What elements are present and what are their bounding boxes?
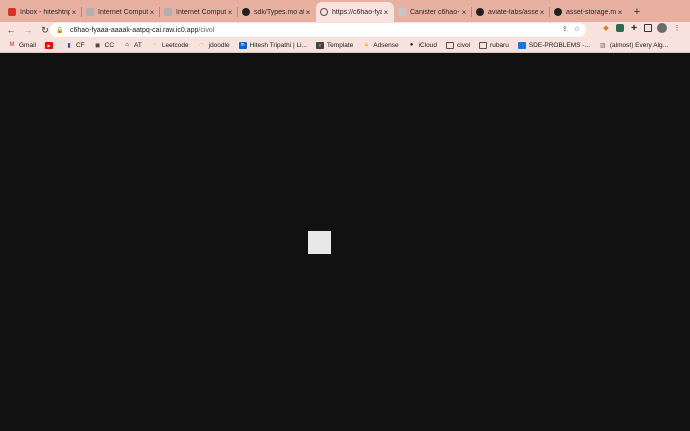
lock-icon: 🔒 — [56, 27, 64, 34]
close-icon[interactable]: × — [460, 8, 468, 17]
jdoodle-icon: ◠ — [199, 42, 205, 49]
bookmark-civol[interactable]: civol — [446, 41, 470, 49]
internet-computer-icon — [164, 8, 172, 16]
tab-active-page[interactable]: https://c6hao-fya × — [316, 2, 394, 22]
leetcode-icon: ‹ — [153, 42, 156, 48]
close-icon[interactable]: × — [538, 8, 546, 17]
bookmark-star-icon[interactable]: ☆ — [574, 25, 580, 33]
gmail-icon: M — [9, 42, 15, 48]
gmail-icon — [8, 8, 16, 16]
tab-asset-storage[interactable]: asset-storage.mo × — [550, 2, 628, 22]
close-icon[interactable]: × — [148, 8, 156, 17]
address-bar[interactable]: 🔒 c6hao-fyaaa-aaaak-aatpq-cai.raw.ic0.ap… — [50, 23, 586, 37]
bookmark-adsense[interactable]: ▲ Adsense — [362, 42, 398, 49]
bookmark-youtube[interactable]: ▶ — [44, 41, 56, 49]
share-icon[interactable]: ⇪ — [562, 25, 568, 33]
close-icon[interactable]: × — [70, 8, 78, 17]
bookmark-rubaru[interactable]: rubaru — [479, 41, 509, 49]
tab-internet-computer-1[interactable]: Internet Compute × — [82, 2, 160, 22]
tab-title: Internet Compute — [98, 8, 148, 16]
folder-icon — [446, 41, 455, 49]
tab-aviate-labs[interactable]: aviate-labs/asse × — [472, 2, 550, 22]
tab-title: Internet Compute — [176, 8, 226, 16]
bookmark-gmail[interactable]: M Gmail — [8, 42, 36, 49]
tab-strip: Inbox - hiteshtrip × Internet Compute × … — [0, 0, 690, 22]
page-viewport — [0, 53, 690, 431]
menu-kebab-icon[interactable]: ⋮ — [672, 23, 682, 33]
github-icon — [242, 8, 250, 16]
youtube-icon: ▶ — [44, 41, 53, 49]
close-icon[interactable]: × — [382, 8, 390, 17]
tab-sdk-types[interactable]: sdk/Types.mo at × — [238, 2, 316, 22]
address-path: /civol — [198, 26, 215, 34]
internet-computer-icon — [86, 8, 94, 16]
close-icon[interactable]: × — [304, 8, 312, 17]
new-tab-button[interactable]: + — [628, 2, 646, 22]
bookmark-cc[interactable]: ◼ CC — [94, 42, 114, 49]
atcoder-icon: ⌂ — [125, 42, 129, 48]
tab-inbox[interactable]: Inbox - hiteshtrip × — [4, 2, 82, 22]
bookmark-at[interactable]: ⌂ AT — [123, 42, 142, 49]
bookmark-sde-problems[interactable]: SDE-PROBLEMS -... — [517, 41, 590, 49]
linkedin-icon: in — [238, 41, 247, 49]
bar-chart-icon: ▥ — [600, 42, 606, 49]
forward-button[interactable]: → — [21, 23, 35, 37]
profile-avatar[interactable] — [657, 23, 667, 33]
bookmark-template[interactable]: T Template — [315, 41, 353, 49]
tab-title: Inbox - hiteshtrip — [20, 8, 70, 16]
bookmarks-bar: M Gmail ▶ ▮ CF ◼ CC ⌂ AT ‹ Leetcode ◠ jdoodle … — [0, 38, 690, 53]
tab-title: Canister c6hao-fy — [410, 8, 460, 16]
bookmark-linkedin[interactable]: in Hitesh Tripathi | Li... — [238, 41, 307, 49]
github-icon — [476, 8, 484, 16]
tab-title: sdk/Types.mo at — [254, 8, 304, 16]
tab-canister[interactable]: Canister c6hao-fy × — [394, 2, 472, 22]
browser-toolbar: ← → ↻ 🔒 c6hao-fyaaa-aaaak-aatpq-cai.raw.… — [0, 22, 690, 38]
tab-title: asset-storage.mo — [566, 8, 616, 16]
canvas-square — [308, 231, 331, 254]
extensions-area: ◆ ✚ ⋮ — [596, 23, 682, 33]
sidebar-icon[interactable] — [644, 24, 652, 32]
wallet-extension-icon[interactable] — [616, 24, 624, 32]
github-icon — [554, 8, 562, 16]
internet-computer-icon — [398, 8, 406, 16]
extensions-puzzle-icon[interactable]: ✚ — [629, 23, 639, 33]
adsense-icon: ▲ — [363, 42, 370, 48]
tab-title: https://c6hao-fya — [332, 8, 382, 16]
codeforces-icon: ▮ — [67, 42, 71, 49]
metamask-icon[interactable]: ◆ — [601, 23, 611, 33]
back-button[interactable]: ← — [4, 23, 18, 37]
sheet-icon — [517, 41, 526, 49]
bookmark-cf[interactable]: ▮ CF — [65, 42, 84, 49]
codechef-icon: ◼ — [95, 42, 101, 49]
address-host: c6hao-fyaaa-aaaak-aatpq-cai.raw.ic0.app — [70, 26, 199, 34]
bookmark-jdoodle[interactable]: ◠ jdoodle — [198, 42, 230, 49]
apple-icon: ● — [409, 42, 414, 48]
close-icon[interactable]: × — [226, 8, 234, 17]
globe-icon — [320, 8, 328, 16]
tab-title: aviate-labs/asse — [488, 8, 538, 16]
bookmark-leetcode[interactable]: ‹ Leetcode — [151, 42, 189, 49]
close-icon[interactable]: × — [616, 8, 624, 17]
tab-internet-computer-2[interactable]: Internet Compute × — [160, 2, 238, 22]
bookmark-icloud[interactable]: ● iCloud — [408, 42, 437, 49]
template-icon: T — [315, 41, 324, 49]
folder-icon — [479, 41, 488, 49]
bookmark-algorithms[interactable]: ▥ (almost) Every Alg... — [599, 42, 668, 49]
